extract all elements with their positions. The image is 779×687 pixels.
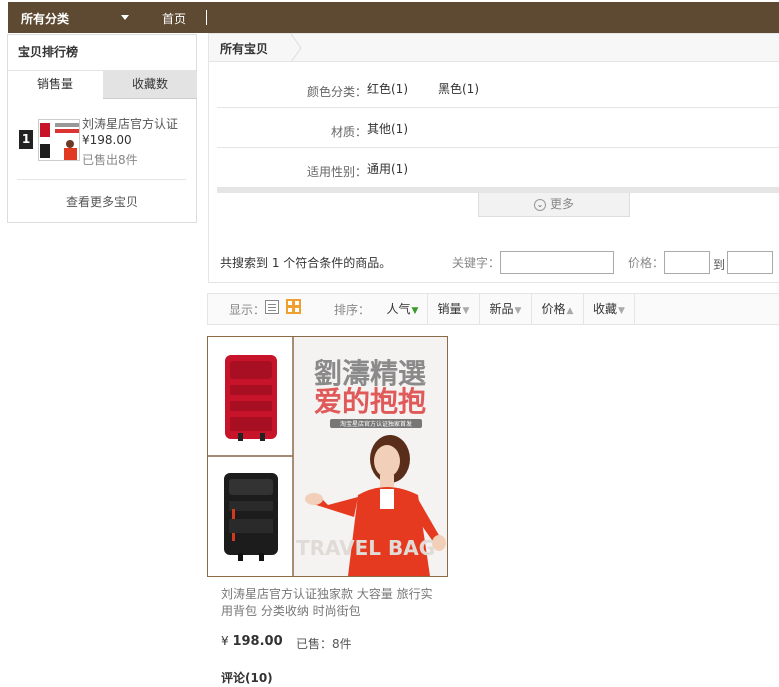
list-view-icon[interactable] xyxy=(265,300,279,314)
more-filters-label: 更多 xyxy=(549,197,574,211)
product-title-link[interactable]: 刘涛星店官方认证独家款 大容量 旅行实用背包 分类收纳 时尚街包 xyxy=(221,586,441,620)
sort-popularity-label: 人气 xyxy=(386,302,411,316)
ranking-item-name[interactable]: 刘涛星店官方认证 xyxy=(82,115,178,132)
price-value: 198.00 xyxy=(232,634,283,649)
sort-label: 排序： xyxy=(334,303,371,317)
sort-down-arrow-icon: ▼ xyxy=(514,306,522,316)
breadcrumb: 所有宝贝 xyxy=(209,34,779,62)
top-nav-bar: 所有分类 首页 xyxy=(8,2,779,33)
price-to-label: 到 xyxy=(713,258,726,272)
view-more-link[interactable]: 查看更多宝贝 xyxy=(8,193,196,210)
tab-favorites[interactable]: 收藏数 xyxy=(103,71,197,99)
home-link[interactable]: 首页 xyxy=(162,10,186,27)
banner-small-text: 淘宝星店官方认证独家首发 xyxy=(340,420,412,428)
sort-price[interactable]: 价格▲ xyxy=(531,294,583,324)
search-summary: 共搜索到 1 个符合条件的商品。 xyxy=(220,256,392,270)
price-currency: ¥ xyxy=(221,634,229,648)
breadcrumb-arrow-icon xyxy=(290,34,302,62)
sort-down-arrow-icon: ▼ xyxy=(462,306,470,316)
ranking-title: 宝贝排行榜 xyxy=(18,45,79,59)
product-sold-count: 已售：8件 xyxy=(296,637,352,651)
grid-view-icon[interactable] xyxy=(286,299,301,314)
sort-bar: 显示： 排序： 人气▼ 销量▼ 新品▼ 价格▲ 收藏▼ xyxy=(207,293,779,325)
filter-option-black[interactable]: 黑色(1) xyxy=(438,80,479,97)
ranking-item-thumbnail[interactable] xyxy=(38,119,80,161)
tab-sales[interactable]: 销售量 xyxy=(8,71,102,99)
breadcrumb-all-items[interactable]: 所有宝贝 xyxy=(220,40,268,57)
sort-sales-label: 销量 xyxy=(437,302,462,316)
chevron-down-circle-icon: ⌄ xyxy=(533,198,546,211)
keyword-input[interactable] xyxy=(500,251,614,274)
product-price: ¥ 198.00 xyxy=(221,634,283,649)
banner-line2: 爱的抱抱 xyxy=(314,385,426,418)
sort-popularity[interactable]: 人气▼ xyxy=(378,294,427,324)
watermark-text: TRAVEL BAG xyxy=(296,536,435,560)
filter-row-color: 颜色分类： 红色(1) 黑色(1) xyxy=(217,69,779,108)
sort-price-label: 价格 xyxy=(541,302,566,316)
chevron-down-icon[interactable] xyxy=(121,15,129,20)
product-photo: 劉濤精選 爱的抱抱 淘宝星店官方认证独家首发 TRAVEL BAG xyxy=(208,337,447,576)
ranking-item-price: ¥198.00 xyxy=(82,133,132,147)
product-image[interactable]: 劉濤精選 爱的抱抱 淘宝星店官方认证独家首发 TRAVEL BAG xyxy=(207,336,448,577)
filter-row-material: 材质： 其他(1) xyxy=(217,109,779,148)
product-reviews-link[interactable]: 评论(10) xyxy=(221,669,273,686)
sort-down-arrow-icon: ▼ xyxy=(618,306,625,316)
sort-up-arrow-icon: ▲ xyxy=(566,306,574,316)
filter-row-gender: 适用性别： 通用(1) xyxy=(217,149,779,188)
sort-favorites-label: 收藏 xyxy=(593,302,618,316)
ranking-tabs: 销售量 收藏数 xyxy=(8,70,197,99)
sort-new[interactable]: 新品▼ xyxy=(479,294,531,324)
price-to-input[interactable] xyxy=(727,251,773,274)
filter-option-other[interactable]: 其他(1) xyxy=(367,120,408,137)
sort-new-label: 新品 xyxy=(489,302,514,316)
filter-panel: 所有宝贝 颜色分类： 红色(1) 黑色(1) 材质： 其他(1) 适用性别： 通… xyxy=(208,33,779,283)
filter-option-unisex[interactable]: 通用(1) xyxy=(367,160,408,177)
ranking-item-sold: 已售出8件 xyxy=(82,153,138,167)
sort-down-arrow-icon: ▼ xyxy=(411,306,419,316)
all-categories-menu[interactable]: 所有分类 xyxy=(21,10,69,27)
ranking-sidebar: 宝贝排行榜 销售量 收藏数 1 刘涛星店官方认证 ¥198.00 已售出8件 查… xyxy=(7,34,197,223)
price-label: 价格： xyxy=(628,256,665,270)
filter-label: 适用性别： xyxy=(306,165,367,179)
rank-badge: 1 xyxy=(19,130,33,149)
keyword-label: 关键字： xyxy=(452,256,501,270)
price-from-input[interactable] xyxy=(664,251,710,274)
filter-option-red[interactable]: 红色(1) xyxy=(367,80,408,97)
filter-label: 材质： xyxy=(330,125,367,139)
product-thumbnail-image xyxy=(39,120,79,160)
filter-label: 颜色分类： xyxy=(306,85,367,99)
display-label: 显示： xyxy=(229,303,266,317)
sort-favorites[interactable]: 收藏▼ xyxy=(583,294,635,324)
divider xyxy=(17,179,186,180)
nav-divider xyxy=(206,10,207,25)
more-filters-button[interactable]: ⌄ 更多 xyxy=(478,193,630,217)
sort-sales[interactable]: 销量▼ xyxy=(427,294,479,324)
